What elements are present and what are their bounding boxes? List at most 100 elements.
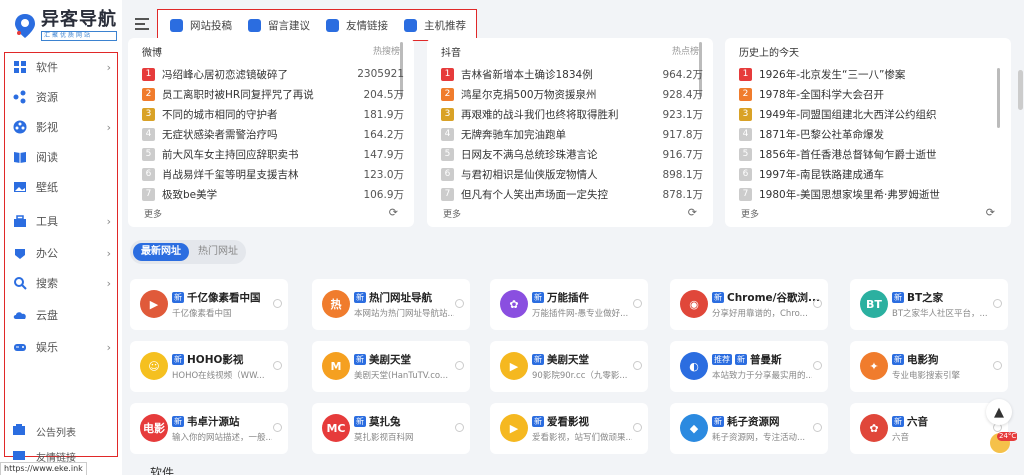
site-card[interactable]: ▶ 新爱看影视 爱看影视，站写们做顽果... — [490, 403, 648, 454]
page-scrollbar[interactable] — [1017, 0, 1024, 475]
list-item[interactable]: 2 1978年-全国科学大会召开 — [739, 85, 995, 103]
info-icon[interactable] — [813, 423, 822, 432]
site-logo-icon: ◉ — [680, 290, 708, 318]
info-icon[interactable] — [633, 299, 642, 308]
site-card-title: 新爱看影视 — [532, 414, 589, 429]
site-card-title: 新莫扎兔 — [354, 414, 401, 429]
list-item[interactable]: 4 1871年-巴黎公社革命爆发 — [739, 125, 995, 143]
friend-links-button[interactable]: 友情链接 — [326, 18, 388, 33]
list-item[interactable]: 6 1997年-南昆铁路建成通车 — [739, 165, 995, 183]
list-item[interactable]: 4 无牌奔驰车加完油跑单 917.8万 — [441, 125, 703, 143]
site-logo[interactable]: 异客导航 汇聚优质网站 — [14, 10, 117, 41]
list-item[interactable]: 2 员工离职时被HR同复抨咒了再说 204.5万 — [142, 85, 404, 103]
site-card[interactable]: ▶ 新美剧天堂 90影院90r.cc（九零影... — [490, 341, 648, 392]
site-logo-icon: 热 — [322, 290, 350, 318]
site-card[interactable]: M 新美剧天堂 美剧天堂(HanTuTV.co... — [312, 341, 470, 392]
chevron-right-icon: › — [106, 120, 111, 134]
sidebar-item-label: 壁纸 — [36, 181, 58, 194]
info-icon[interactable] — [633, 361, 642, 370]
list-item[interactable]: 5 1856年-首任香港总督钵甸乍爵士逝世 — [739, 145, 995, 163]
feedback-button[interactable]: 留言建议 — [248, 18, 310, 33]
site-card[interactable]: ☺ 新 HOHO影视 HOHO在线视频（WW... — [130, 341, 288, 392]
list-item[interactable]: 7 极致be美学 106.9万 — [142, 185, 404, 203]
list-item[interactable]: 3 不同的城市相同的守护者 181.9万 — [142, 105, 404, 123]
site-card[interactable]: ▶ 新千亿像素看中国 千亿像素看中国 — [130, 279, 288, 330]
site-card[interactable]: ◆ 新耗子资源网 耗子资源网，专注活动... — [670, 403, 828, 454]
site-card[interactable]: MC 新莫扎兔 莫扎影视百科网 — [312, 403, 470, 454]
site-card[interactable]: ◐ 推荐新普曼斯 本站致力于分享最实用的... — [670, 341, 828, 392]
hot-value: 181.9万 — [363, 108, 404, 121]
message-icon — [248, 19, 261, 32]
info-icon[interactable] — [813, 299, 822, 308]
sidebar-item-resources[interactable]: 资源 — [13, 87, 111, 107]
hot-source: 微博 — [142, 48, 162, 59]
list-item[interactable]: 7 1980年-美国思想家埃里希·弗罗姆逝世 — [739, 185, 995, 203]
refresh-icon[interactable]: ⟳ — [986, 206, 995, 219]
list-item[interactable]: 1 吉林省新增本土确诊1834例 964.2万 — [441, 65, 703, 83]
info-icon[interactable] — [273, 423, 282, 432]
sidebar-nav: 软件 › 资源 影视 › 阅读 壁纸 工具 › 办公 › 搜索 › 云盘 娱乐 … — [4, 52, 118, 457]
new-badge: 新 — [892, 354, 904, 365]
list-item[interactable]: 5 前大风车女主持回应辞职卖书 147.9万 — [142, 145, 404, 163]
site-card[interactable]: 电影新韦卓汁源站 输入你的网站描述，一般... — [130, 403, 288, 454]
list-item[interactable]: 7 但凡有个人笑出声场面一定失控 878.1万 — [441, 185, 703, 203]
site-name: 耗子资源网 — [727, 416, 780, 428]
info-icon[interactable] — [993, 361, 1002, 370]
more-link[interactable]: 更多 — [443, 207, 461, 220]
site-card[interactable]: BT 新 BT之家 BT之家华人社区平台，... — [850, 279, 1008, 330]
sidebar-item-cloud[interactable]: 云盘 — [13, 305, 111, 325]
site-card[interactable]: ◉ 新 Chrome/谷歌浏... 分享好用靠谱的，Chro... — [670, 279, 828, 330]
sidebar-item-tools[interactable]: 工具 › — [13, 211, 111, 231]
list-item[interactable]: 3 1949年-同盟国组建北大西洋公约组织 — [739, 105, 995, 123]
list-item[interactable]: 3 再艰难的战斗我们也终将取得胜利 923.1万 — [441, 105, 703, 123]
info-icon[interactable] — [813, 361, 822, 370]
site-card[interactable]: ✿ 新万能插件 万能插件网-愚专业做好... — [490, 279, 648, 330]
sidebar-item-office[interactable]: 办公 › — [13, 243, 111, 263]
sidebar-item-reading[interactable]: 阅读 — [13, 147, 111, 167]
tab-popular[interactable]: 热门网址 — [190, 243, 246, 261]
info-icon[interactable] — [633, 423, 642, 432]
more-link[interactable]: 更多 — [144, 207, 162, 220]
info-icon[interactable] — [455, 423, 464, 432]
hot-value: 204.5万 — [363, 88, 404, 101]
site-card[interactable]: ✦ 新电影狗 专业电影搜索引擎 — [850, 341, 1008, 392]
notice-list-link[interactable]: 公告列表 — [12, 423, 76, 440]
refresh-icon[interactable]: ⟳ — [688, 206, 697, 219]
list-item[interactable]: 6 肖战易烊千玺等明星支援吉林 123.0万 — [142, 165, 404, 183]
host-recommend-button[interactable]: 主机推荐 — [404, 18, 466, 33]
chevron-right-icon: › — [106, 340, 111, 354]
site-card[interactable]: ✿ 新六音 六音 — [850, 403, 1008, 454]
sidebar-item-entertainment[interactable]: 娱乐 › — [13, 337, 111, 357]
sidebar-item-movies[interactable]: 影视 › — [13, 117, 111, 137]
more-link[interactable]: 更多 — [741, 207, 759, 220]
sidebar-item-search[interactable]: 搜索 › — [13, 273, 111, 293]
list-item[interactable]: 1 1926年-北京发生“三一八”惨案 — [739, 65, 995, 83]
info-icon[interactable] — [993, 299, 1002, 308]
info-icon[interactable] — [455, 299, 464, 308]
sidebar-item-software[interactable]: 软件 › — [13, 57, 111, 77]
rank-badge: 3 — [441, 107, 454, 121]
site-logo-icon: ✿ — [860, 414, 888, 442]
refresh-icon[interactable]: ⟳ — [389, 206, 398, 219]
link-icon — [326, 19, 339, 32]
new-badge: 新 — [354, 292, 366, 303]
info-icon[interactable] — [455, 361, 464, 370]
info-icon[interactable] — [273, 299, 282, 308]
tab-latest[interactable]: 最新网址 — [133, 243, 189, 261]
info-icon[interactable] — [273, 361, 282, 370]
list-item[interactable]: 5 日网友不满乌总统珍珠港言论 916.7万 — [441, 145, 703, 163]
menu-toggle-icon[interactable] — [135, 18, 149, 30]
list-item[interactable]: 4 无症状感染者需警治疗吗 164.2万 — [142, 125, 404, 143]
sidebar-item-label: 办公 — [36, 247, 58, 260]
list-item[interactable]: 6 与君初相识是仙侠版宠物情人 898.1万 — [441, 165, 703, 183]
back-to-top-button[interactable]: ▲ — [986, 399, 1012, 425]
submit-site-button[interactable]: 网站投稿 — [170, 18, 232, 33]
new-badge: 新 — [172, 416, 184, 427]
scrollbar[interactable] — [997, 68, 1000, 128]
rank-badge: 3 — [142, 107, 155, 121]
sidebar-item-wallpaper[interactable]: 壁纸 — [13, 177, 111, 197]
list-item[interactable]: 2 鸿星尔克捐500万物资援泉州 928.4万 — [441, 85, 703, 103]
list-item[interactable]: 1 冯绍峰心居初恋滤镜破碎了 2305921 — [142, 65, 404, 83]
site-card[interactable]: 热新热门网址导航 本网站为热门网址导航站... — [312, 279, 470, 330]
site-logo-icon: ✿ — [500, 290, 528, 318]
